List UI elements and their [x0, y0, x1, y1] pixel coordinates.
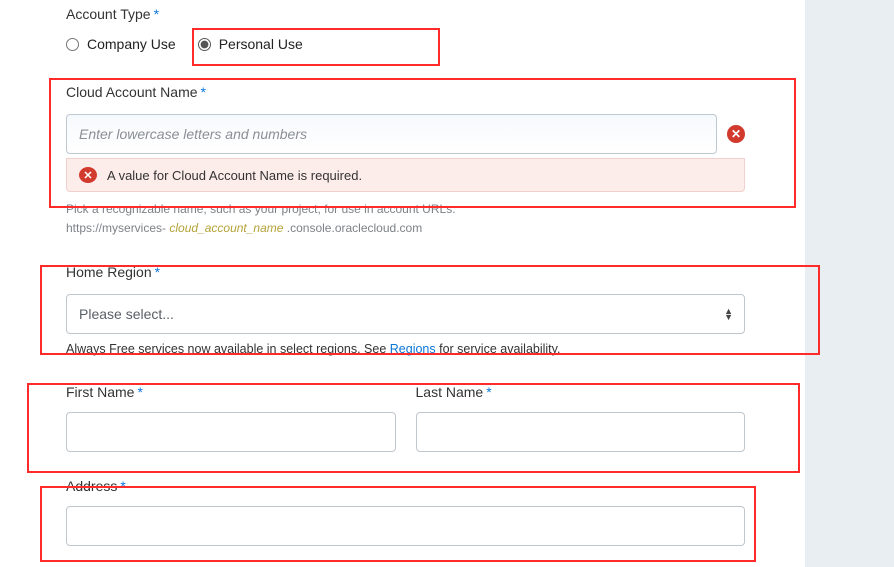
home-region-note: Always Free services now available in se…	[66, 342, 745, 356]
cloud-account-helper: Pick a recognizable name, such as your p…	[66, 200, 745, 238]
cloud-account-name-error: ✕ A value for Cloud Account Name is requ…	[66, 158, 745, 192]
required-asterisk: *	[154, 6, 159, 22]
regions-link[interactable]: Regions	[390, 342, 436, 356]
last-name-label: Last Name*	[416, 384, 492, 400]
first-name-label: First Name*	[66, 384, 143, 400]
error-icon: ✕	[79, 167, 97, 183]
radio-personal-use-label: Personal Use	[219, 36, 303, 52]
radio-company-use[interactable]: Company Use	[66, 36, 176, 52]
url-token: cloud_account_name	[169, 221, 283, 235]
account-type-radio-group: Company Use Personal Use	[66, 32, 745, 56]
error-icon: ✕	[727, 125, 745, 143]
first-name-input[interactable]	[66, 412, 396, 452]
radio-personal-use-input[interactable]	[198, 38, 211, 51]
home-region-select[interactable]: Please select...	[66, 294, 745, 334]
error-message: A value for Cloud Account Name is requir…	[107, 168, 362, 183]
last-name-input[interactable]	[416, 412, 746, 452]
address-input[interactable]	[66, 506, 745, 546]
address-label: Address*	[66, 478, 126, 494]
home-region-label: Home Region*	[66, 264, 160, 280]
radio-personal-use[interactable]: Personal Use	[190, 32, 311, 56]
radio-company-use-input[interactable]	[66, 38, 79, 51]
radio-company-use-label: Company Use	[87, 36, 176, 52]
cloud-account-name-label: Cloud Account Name*	[66, 84, 206, 100]
account-type-label: Account Type*	[66, 6, 159, 22]
cloud-account-name-input[interactable]	[66, 114, 717, 154]
